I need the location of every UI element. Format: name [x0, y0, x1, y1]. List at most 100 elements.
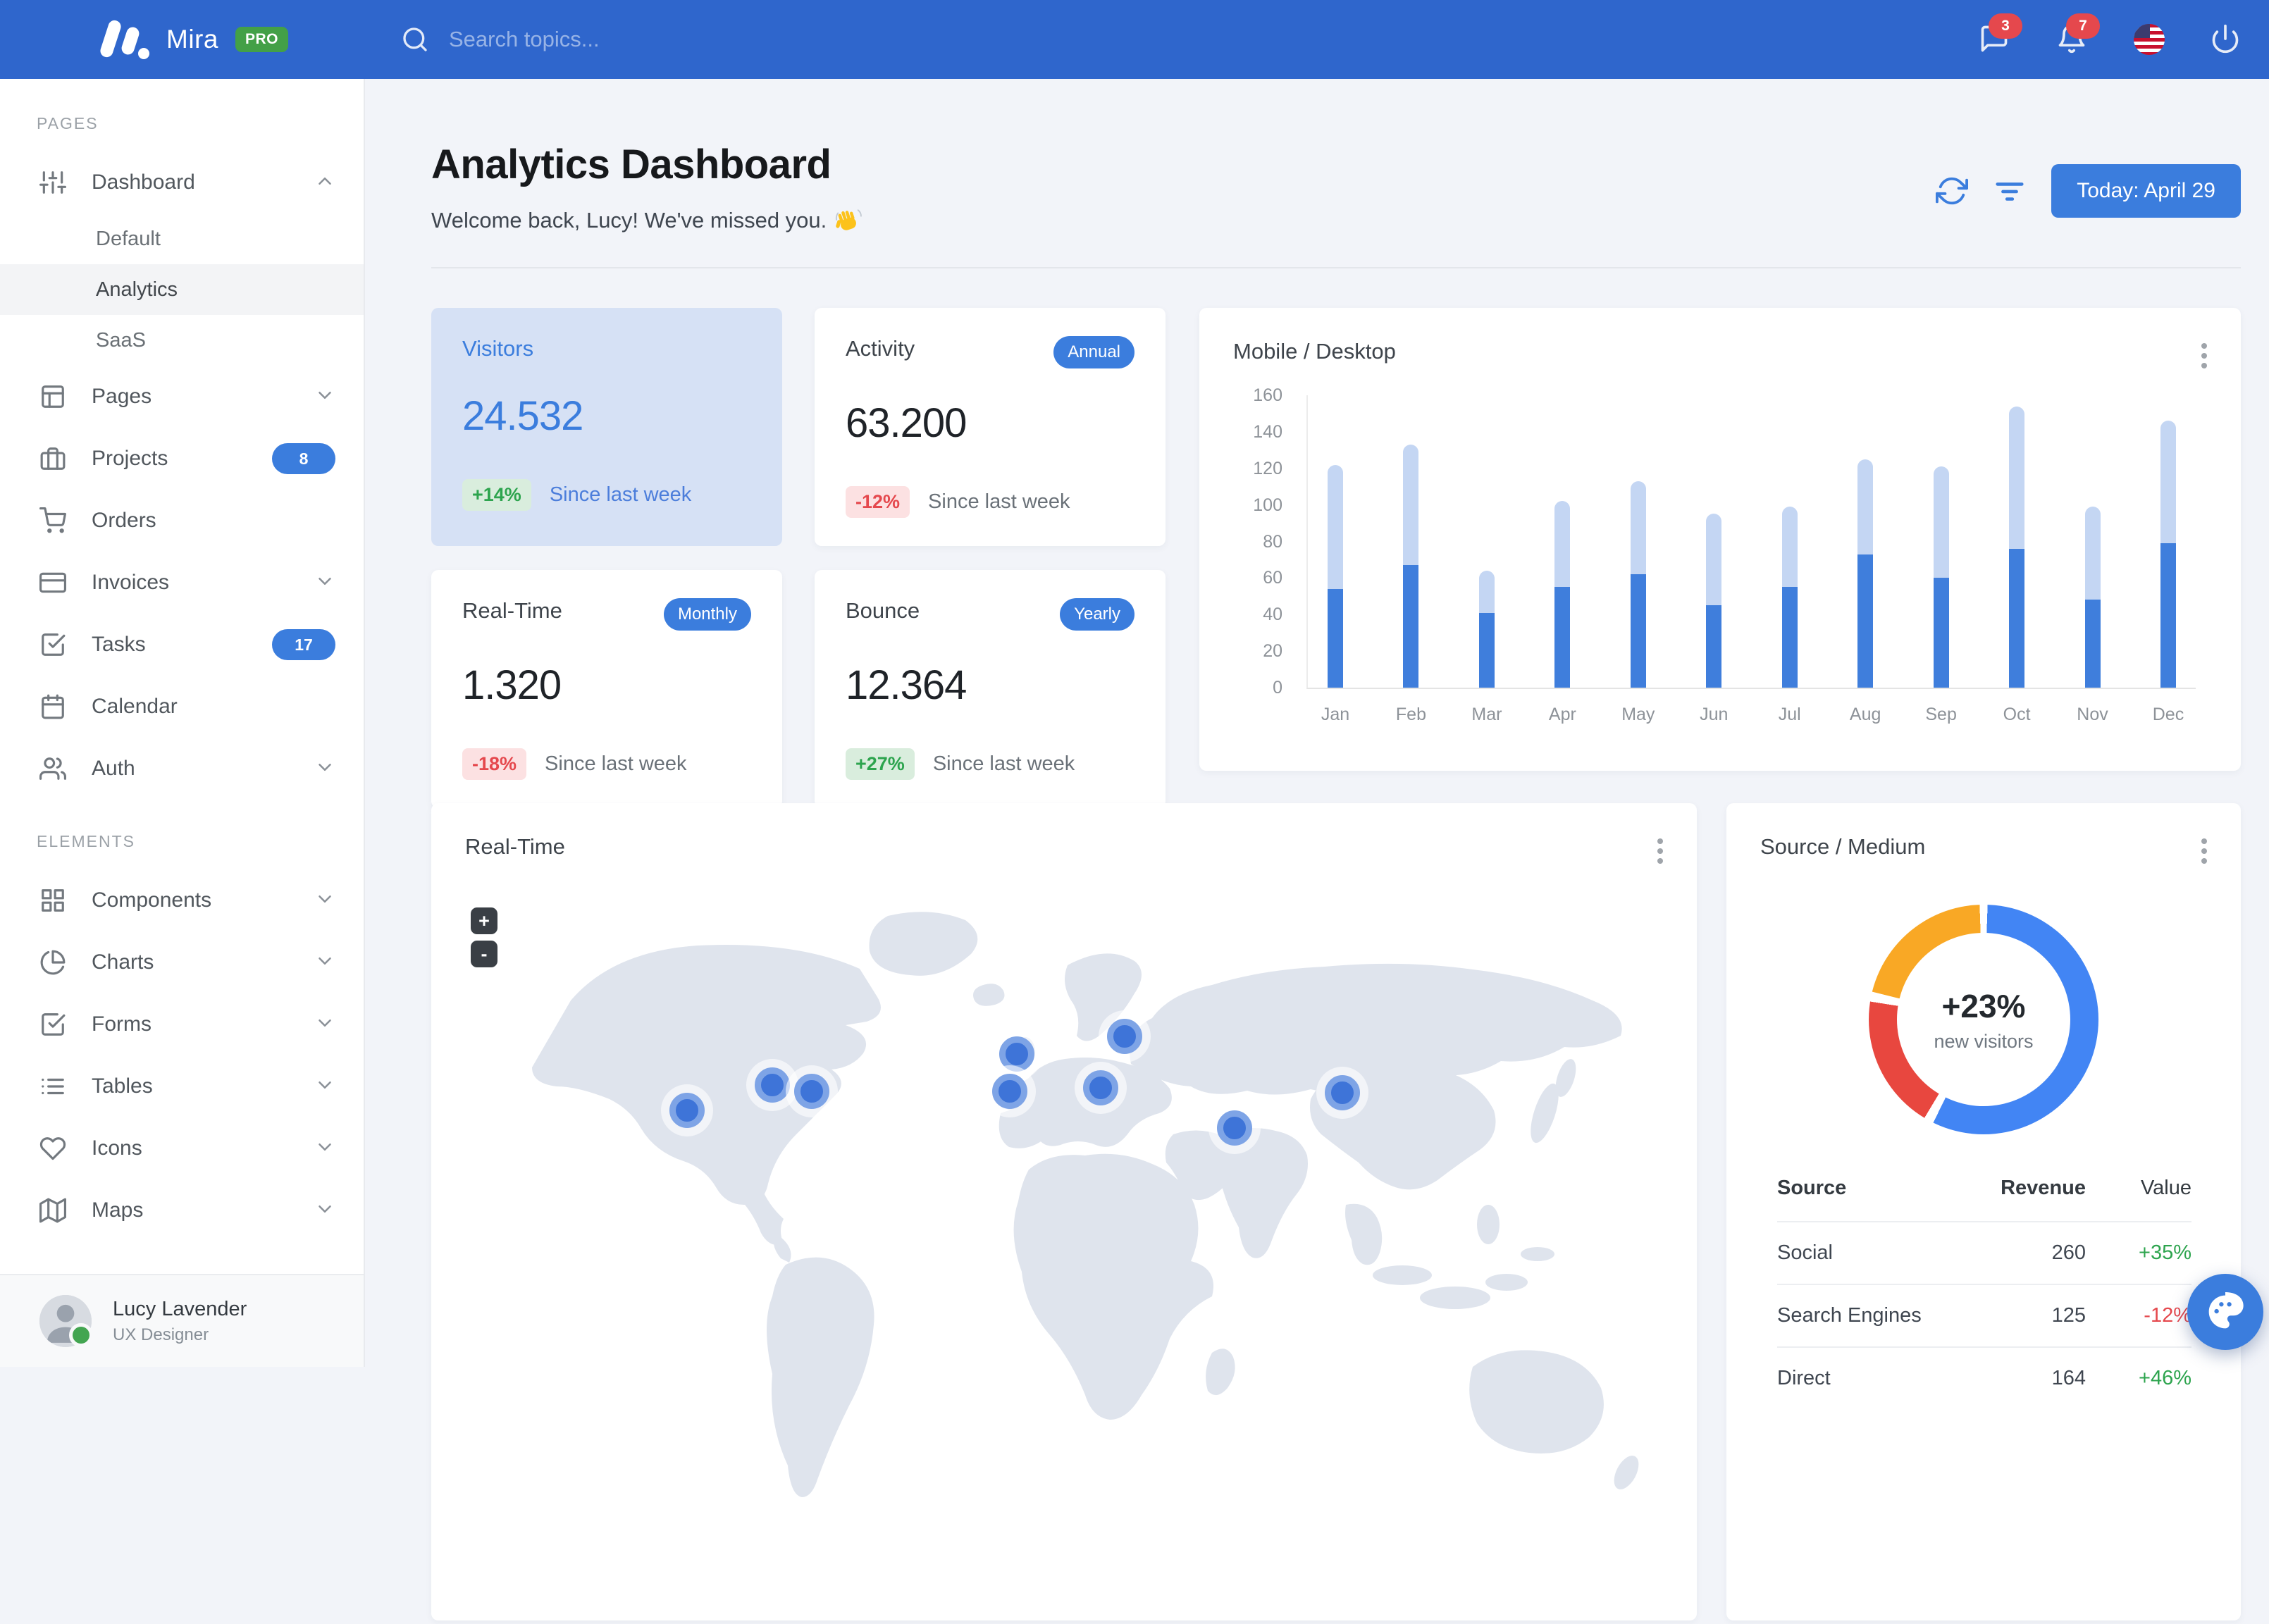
- sidebar-item-label: Components: [92, 888, 212, 912]
- map-marker[interactable]: [669, 1093, 705, 1128]
- bar-oct: Oct: [2003, 395, 2031, 724]
- sidebar-item-label: Forms: [92, 1012, 152, 1036]
- search-icon: [403, 27, 427, 51]
- theme-settings-fab[interactable]: [2187, 1274, 2263, 1350]
- check-square-icon: [42, 1013, 66, 1036]
- bar-segment-desktop: [2084, 507, 2101, 600]
- check-square-icon: [42, 633, 66, 656]
- table-row: Search Engines 125 -12%: [1777, 1284, 2191, 1346]
- avatar: [39, 1295, 93, 1347]
- map-marker[interactable]: [1107, 1019, 1142, 1054]
- revenue-cell: 125: [2051, 1304, 2086, 1327]
- waving-hand-icon: [836, 209, 863, 230]
- credit-card-icon: [39, 569, 66, 596]
- sidebar-item-label: Projects: [92, 447, 168, 470]
- x-tick-label: Nov: [2077, 705, 2108, 724]
- refresh-button[interactable]: [1936, 175, 1969, 207]
- users-icon: [39, 755, 66, 782]
- x-tick-label: Jan: [1321, 705, 1350, 724]
- sidebar-item-components[interactable]: Components: [0, 869, 364, 931]
- brand[interactable]: Mira PRO: [99, 18, 288, 61]
- stat-card-header: Activity Annual: [846, 336, 1134, 368]
- layout-icon: [39, 383, 66, 410]
- map-marker[interactable]: [1325, 1075, 1360, 1110]
- language-flag-icon[interactable]: [2134, 24, 2165, 55]
- chevron-up-icon: [319, 177, 331, 185]
- user-name: Lucy Lavender: [113, 1297, 247, 1320]
- stat-card-footer: +27% Since last week: [846, 748, 1134, 780]
- bar-jun: Jun: [1700, 395, 1728, 724]
- sidebar-item-auth[interactable]: Auth: [0, 738, 364, 800]
- bar-segment-desktop: [2009, 407, 2025, 549]
- sidebar-item-orders[interactable]: Orders: [0, 490, 364, 552]
- source-cell: Social: [1777, 1241, 1833, 1264]
- donut-center-value: +23%: [1941, 987, 2026, 1024]
- sliders-icon: [39, 169, 66, 196]
- value-cell: +46%: [2139, 1367, 2191, 1389]
- filter-button[interactable]: [1993, 175, 2026, 207]
- sidebar-item-tables[interactable]: Tables: [0, 1055, 364, 1117]
- map-marker[interactable]: [992, 1074, 1027, 1109]
- sidebar-item-maps[interactable]: Maps: [0, 1179, 364, 1241]
- stat-card-real-time: Real-Time Monthly 1.320 -18% Since last week: [431, 570, 782, 808]
- sidebar-item-pages[interactable]: Pages: [0, 366, 364, 428]
- sidebar-item-invoices[interactable]: Invoices: [0, 552, 364, 614]
- stat-period-badge: Yearly: [1060, 598, 1134, 631]
- sidebar-item-projects[interactable]: Projects 8: [0, 428, 364, 490]
- map-icon: [39, 1198, 66, 1223]
- mobile-desktop-chart-card: Mobile / Desktop 0 20 40 60 80 100 120 140 160 J…: [1199, 308, 2241, 771]
- sidebar-item-tasks[interactable]: Tasks 17: [0, 614, 364, 676]
- map-marker[interactable]: [755, 1067, 790, 1103]
- chart-menu-kebab-icon[interactable]: [2199, 340, 2210, 371]
- sidebar-subitem-default[interactable]: Default: [0, 213, 364, 264]
- map-marker[interactable]: [999, 1036, 1034, 1072]
- sidebar: PAGES Dashboard Default Analytics SaaS Pages P…: [0, 79, 365, 1367]
- source-cell: Direct: [1777, 1367, 1831, 1389]
- sidebar-item-accessory: 8: [272, 443, 335, 474]
- bar-segment-mobile: [1403, 565, 1419, 688]
- map-menu-kebab-icon[interactable]: [1655, 836, 1666, 867]
- sidebar-subitem-analytics[interactable]: Analytics: [0, 264, 364, 315]
- table-row: Direct 164 +46%: [1777, 1346, 2191, 1409]
- sidebar-item-label: Auth: [92, 757, 135, 780]
- credit-card-icon: [39, 572, 66, 593]
- sidebar-user[interactable]: Lucy Lavender UX Designer: [0, 1274, 364, 1367]
- map-marker[interactable]: [794, 1074, 829, 1109]
- y-tick-label: 140: [1253, 421, 1282, 442]
- briefcase-icon: [39, 445, 66, 472]
- sidebar-item-label: Tasks: [92, 633, 146, 656]
- search-input[interactable]: [447, 26, 845, 53]
- sidebar-item-charts[interactable]: Charts: [0, 931, 364, 993]
- logout-button[interactable]: [2210, 23, 2242, 56]
- today-button[interactable]: Today: April 29: [2051, 163, 2241, 218]
- map-zoom-out-button[interactable]: -: [471, 941, 497, 967]
- revenue-cell: 260: [2051, 1241, 2086, 1264]
- sidebar-item-dashboard[interactable]: Dashboard: [0, 151, 364, 213]
- map-zoom-in-button[interactable]: +: [471, 907, 497, 934]
- sidebar-item-label: Maps: [92, 1198, 144, 1222]
- map-title: Real-Time: [465, 834, 565, 859]
- stat-change-note: Since last week: [545, 752, 687, 775]
- sidebar-item-icons[interactable]: Icons: [0, 1117, 364, 1179]
- source-medium-card: Source / Medium +23% new visitors Source…: [1726, 803, 2241, 1620]
- sidebar-item-forms[interactable]: Forms: [0, 993, 364, 1055]
- notifications-button[interactable]: 7: [2056, 13, 2100, 56]
- stat-card-visitors: Visitors 24.532 +14% Since last week: [431, 308, 782, 546]
- grid-icon: [39, 887, 66, 914]
- chevron-up-icon: [314, 171, 335, 195]
- table-row: Social 260 +35%: [1777, 1221, 2191, 1284]
- source-menu-kebab-icon[interactable]: [2199, 836, 2210, 867]
- chevron-down-icon: [314, 888, 335, 913]
- check-square-icon: [39, 1011, 66, 1038]
- sidebar-item-accessory: [314, 1136, 335, 1161]
- map-marker[interactable]: [1217, 1110, 1252, 1146]
- sidebar-item-accessory: [314, 1012, 335, 1037]
- y-tick-label: 100: [1253, 495, 1282, 515]
- bar-segment-mobile: [1781, 587, 1798, 688]
- y-axis-labels: 0 20 40 60 80 100 120 140 160: [1233, 385, 1282, 698]
- map-marker[interactable]: [1083, 1070, 1118, 1105]
- sidebar-subitem-saas[interactable]: SaaS: [0, 315, 364, 366]
- y-tick-label: 20: [1263, 641, 1282, 662]
- sidebar-item-calendar[interactable]: Calendar: [0, 676, 364, 738]
- messages-button[interactable]: 3: [1979, 13, 2022, 56]
